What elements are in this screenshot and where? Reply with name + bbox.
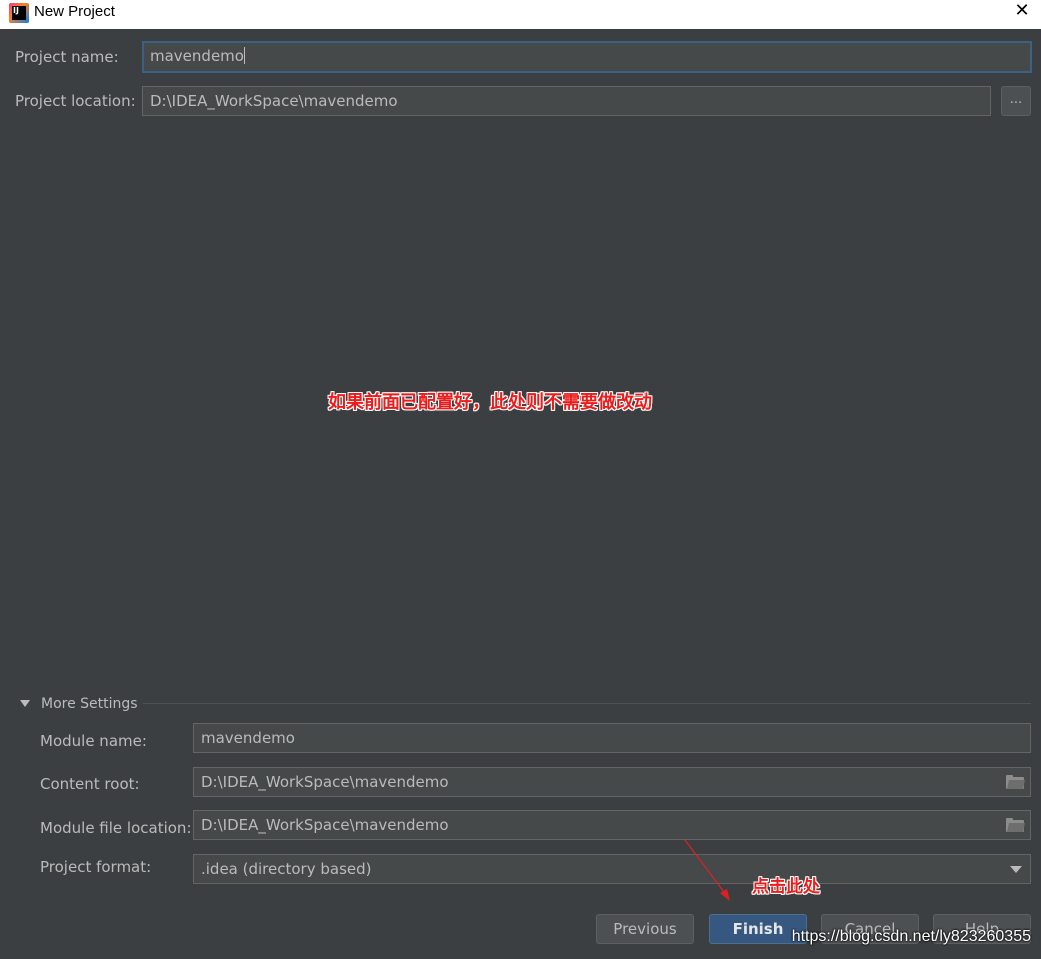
click-annotation: 点击此处 <box>752 877 820 897</box>
annotation-arrow <box>684 839 730 901</box>
watermark: https://blog.csdn.net/ly823260355 <box>791 928 1031 945</box>
previous-button[interactable]: Previous <box>596 914 694 944</box>
